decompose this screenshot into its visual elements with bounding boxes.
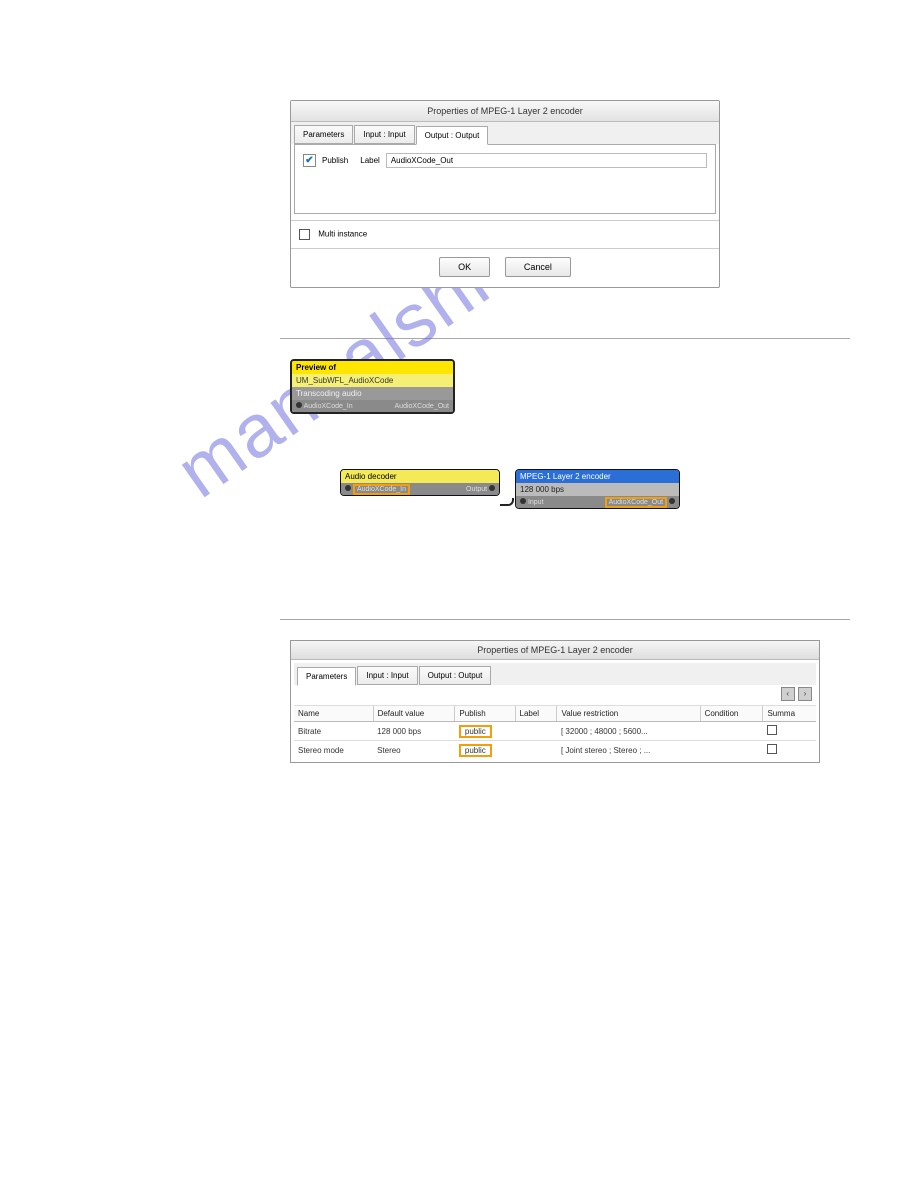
cell-restriction: [ Joint stereo ; Stereo ; ... — [557, 741, 700, 760]
cell-publish[interactable]: public — [455, 722, 515, 741]
tab-output[interactable]: Output : Output — [416, 126, 489, 145]
params-table: Name Default value Publish Label Value r… — [294, 705, 816, 759]
preview-ports: AudioXCode_In AudioXCode_Out — [292, 400, 453, 412]
cancel-button[interactable]: Cancel — [505, 257, 571, 277]
mpeg-encoder-node[interactable]: MPEG-1 Layer 2 encoder 128 000 bps Input… — [515, 469, 680, 509]
table-header-row: Name Default value Publish Label Value r… — [294, 706, 816, 722]
properties-dialog-params: Properties of MPEG-1 Layer 2 encoder Par… — [290, 640, 820, 763]
ok-button[interactable]: OK — [439, 257, 490, 277]
separator-line — [280, 619, 850, 620]
preview-header-2: UM_SubWFL_AudioXCode — [292, 374, 453, 387]
encoder-out-port[interactable]: AudioXCode_Out — [605, 497, 667, 508]
cell-default: 128 000 bps — [373, 722, 455, 741]
port-dot-icon — [489, 485, 495, 491]
nav-icons: ‹ › — [780, 687, 812, 701]
cell-label — [515, 722, 557, 741]
publish-checkbox[interactable]: ✔ — [303, 154, 316, 167]
cell-restriction: [ 32000 ; 48000 ; 5600... — [557, 722, 700, 741]
label-input[interactable] — [386, 153, 707, 168]
tab-output-3[interactable]: Output : Output — [419, 666, 492, 685]
tab-input-3[interactable]: Input : Input — [357, 666, 417, 685]
separator-line — [280, 338, 850, 339]
nav-left-icon[interactable]: ‹ — [781, 687, 795, 701]
tab-bar-3: Parameters Input : Input Output : Output — [294, 663, 816, 685]
table-row[interactable]: Bitrate 128 000 bps public [ 32000 ; 480… — [294, 722, 816, 741]
dialog-button-row: OK Cancel — [291, 248, 719, 287]
col-summa[interactable]: Summa — [763, 706, 816, 722]
table-row[interactable]: Stereo mode Stereo public [ Joint stereo… — [294, 741, 816, 760]
tab-bar: Parameters Input : Input Output : Output — [291, 122, 719, 144]
cell-publish[interactable]: public — [455, 741, 515, 760]
cell-condition — [700, 741, 763, 760]
nav-right-icon[interactable]: › — [798, 687, 812, 701]
multi-instance-checkbox[interactable] — [299, 229, 310, 240]
tab-parameters[interactable]: Parameters — [294, 125, 353, 144]
encoder-subtitle: 128 000 bps — [516, 483, 679, 496]
dialog3-title: Properties of MPEG-1 Layer 2 encoder — [291, 641, 819, 660]
node-connector — [500, 498, 516, 508]
decoder-in-port[interactable]: AudioXCode_In — [353, 484, 410, 495]
col-publish[interactable]: Publish — [455, 706, 515, 722]
label-label: Label — [360, 156, 380, 165]
tab-content-output: ✔ Publish Label — [294, 144, 716, 214]
decoder-out-port[interactable]: Output — [466, 486, 487, 493]
preview-node[interactable]: Preview of UM_SubWFL_AudioXCode Transcod… — [290, 359, 455, 414]
cell-name: Bitrate — [294, 722, 373, 741]
cell-default: Stereo — [373, 741, 455, 760]
multi-instance-section: Multi instance — [291, 220, 719, 248]
dialog-title: Properties of MPEG-1 Layer 2 encoder — [291, 101, 719, 122]
port-dot-icon — [345, 485, 351, 491]
tab-input[interactable]: Input : Input — [354, 125, 414, 144]
workflow-node-graph: Preview of UM_SubWFL_AudioXCode Transcod… — [290, 359, 720, 549]
col-condition[interactable]: Condition — [700, 706, 763, 722]
cell-condition — [700, 722, 763, 741]
port-dot-icon — [669, 498, 675, 504]
preview-header-1: Preview of — [292, 361, 453, 374]
col-label[interactable]: Label — [515, 706, 557, 722]
cell-summa[interactable] — [763, 741, 816, 760]
preview-header-3: Transcoding audio — [292, 387, 453, 400]
cell-name: Stereo mode — [294, 741, 373, 760]
multi-instance-label: Multi instance — [318, 230, 367, 239]
properties-dialog-output: Properties of MPEG-1 Layer 2 encoder Par… — [290, 100, 720, 288]
cell-summa[interactable] — [763, 722, 816, 741]
col-default[interactable]: Default value — [373, 706, 455, 722]
col-name[interactable]: Name — [294, 706, 373, 722]
cell-label — [515, 741, 557, 760]
encoder-title: MPEG-1 Layer 2 encoder — [516, 470, 679, 483]
port-dot-icon — [520, 498, 526, 504]
tab-parameters-3[interactable]: Parameters — [297, 667, 356, 686]
decoder-title: Audio decoder — [341, 470, 499, 483]
encoder-ports: Input AudioXCode_Out — [516, 496, 679, 508]
encoder-in-port[interactable]: Input — [528, 499, 544, 506]
port-dot-icon — [296, 402, 302, 408]
publish-label: Publish — [322, 156, 348, 165]
audio-decoder-node[interactable]: Audio decoder AudioXCode_In Output — [340, 469, 500, 496]
col-restriction[interactable]: Value restriction — [557, 706, 700, 722]
decoder-ports: AudioXCode_In Output — [341, 483, 499, 495]
